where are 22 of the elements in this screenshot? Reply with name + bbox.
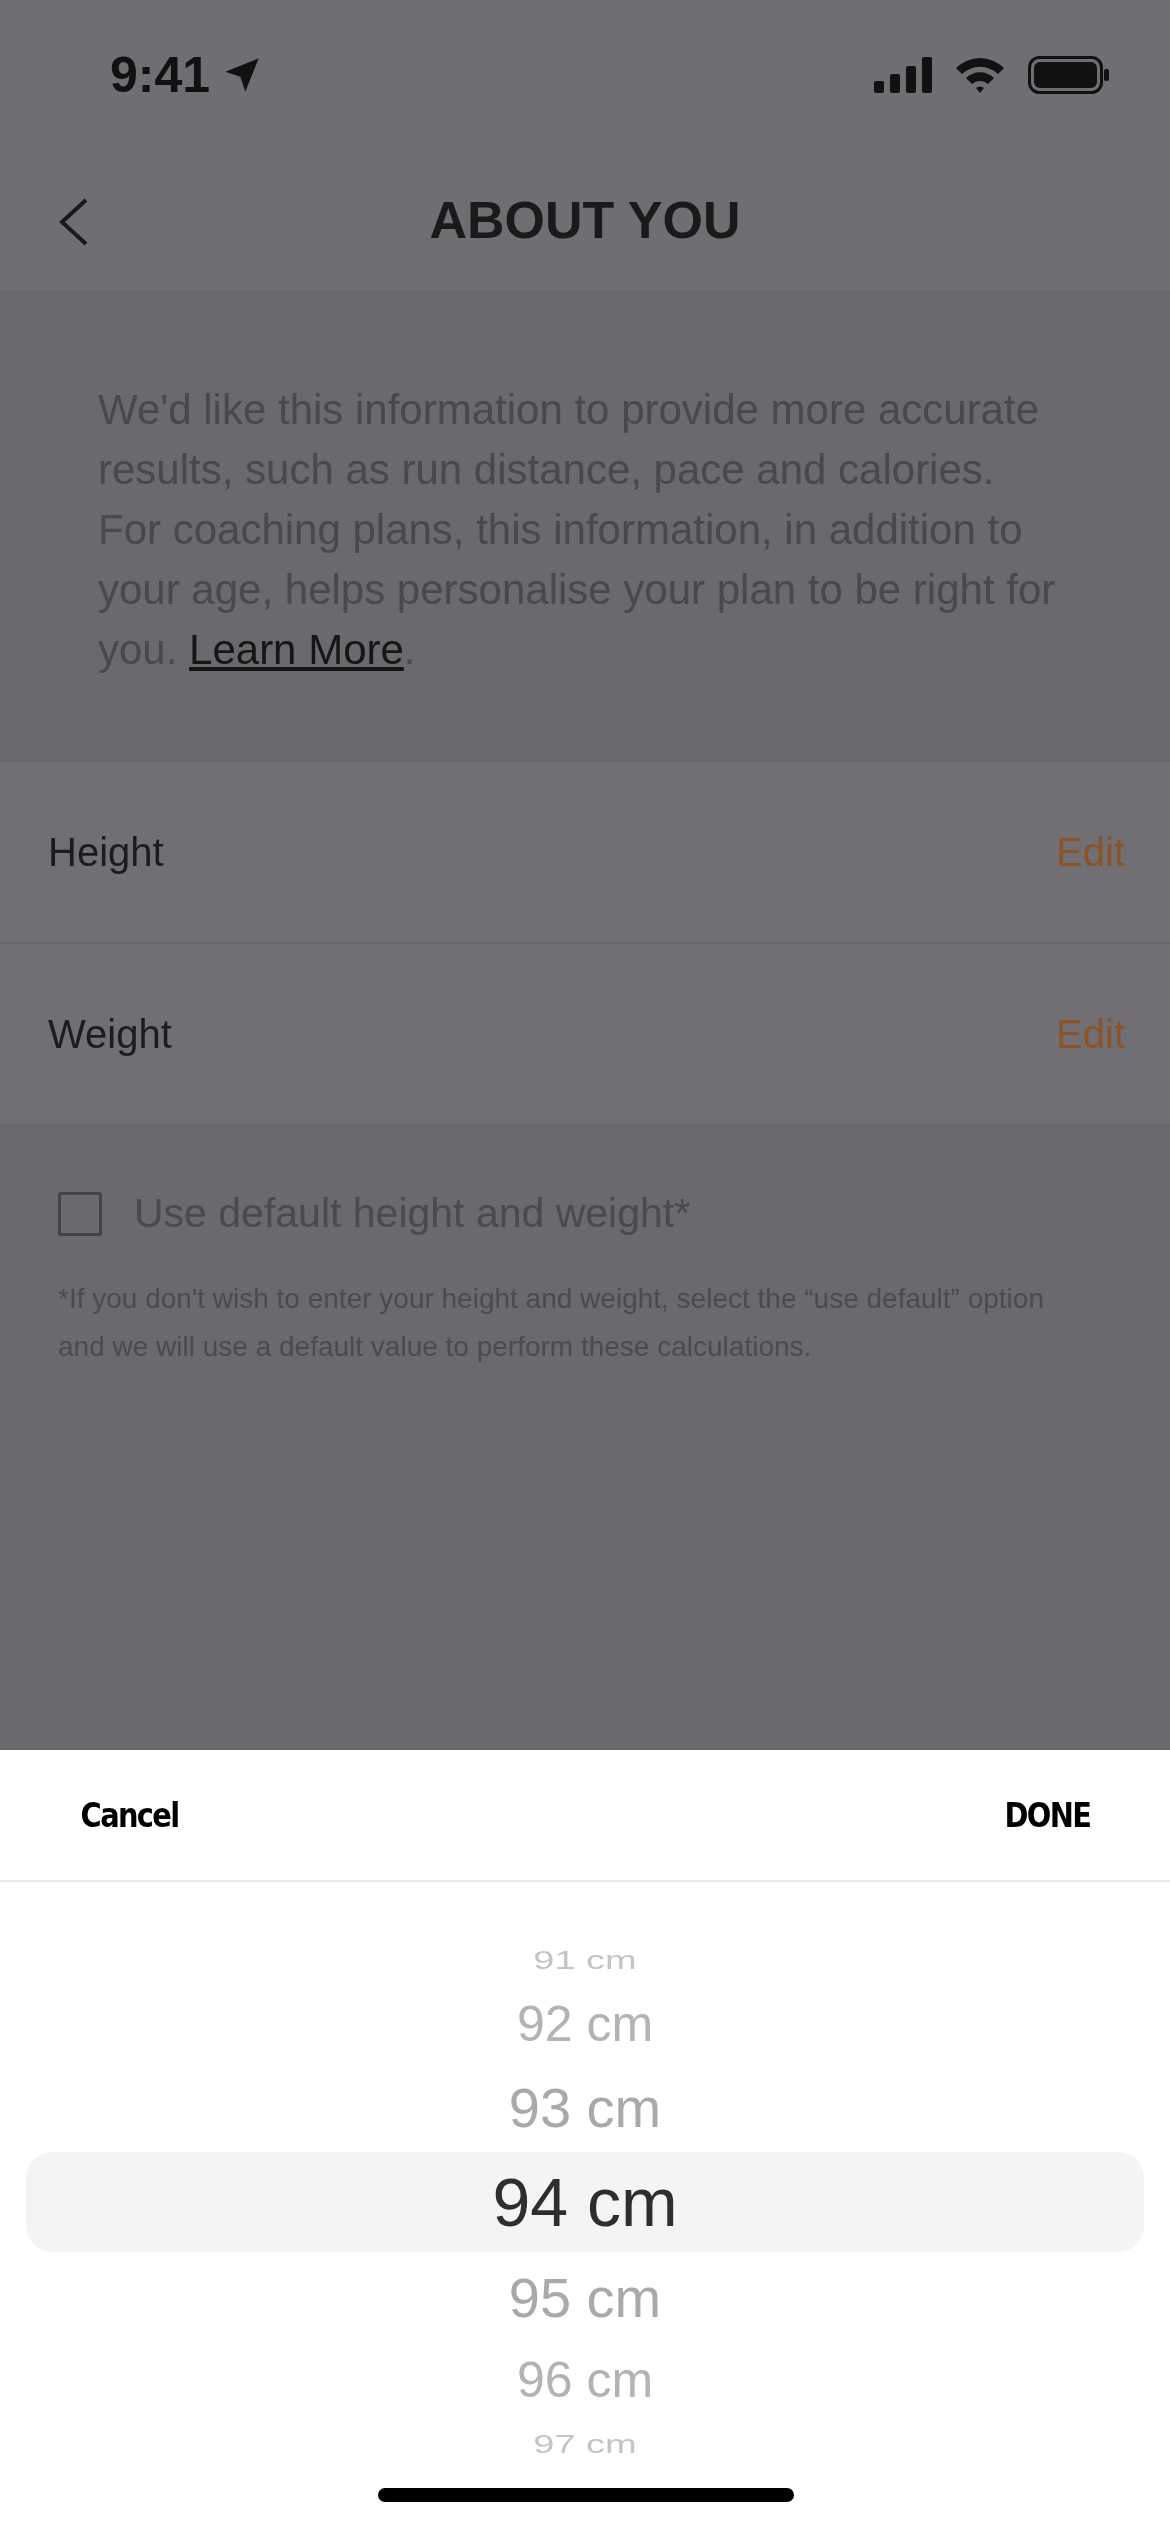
picker-option[interactable]: 94 cm xyxy=(26,2152,1144,2252)
picker-option[interactable]: 92 cm xyxy=(26,1986,1144,2062)
picker-option[interactable]: 93 cm xyxy=(26,2062,1144,2152)
wifi-icon xyxy=(954,56,1006,94)
picker-option[interactable]: 91 cm xyxy=(26,1934,1144,1986)
battery-icon xyxy=(1028,56,1110,94)
status-time: 9:41 xyxy=(110,46,211,104)
edit-link[interactable]: Edit xyxy=(1056,829,1125,875)
page-title: ABOUT YOU xyxy=(429,190,741,250)
settings-row[interactable]: Weight Edit xyxy=(0,942,1170,1124)
row-label: Weight xyxy=(48,1011,172,1057)
picker-option[interactable]: 96 cm xyxy=(26,2342,1144,2418)
picker-option[interactable]: 95 cm xyxy=(26,2252,1144,2342)
picker-option[interactable]: 97 cm xyxy=(26,2418,1144,2470)
edit-link[interactable]: Edit xyxy=(1056,1011,1125,1057)
checkbox[interactable] xyxy=(58,1191,102,1236)
cancel-button[interactable]: Cancel xyxy=(80,1795,179,1835)
done-button[interactable]: DONE xyxy=(1004,1795,1091,1835)
row-label: Height xyxy=(48,829,164,875)
settings-row[interactable]: Height Edit xyxy=(0,760,1170,942)
learn-more-link[interactable]: Learn More xyxy=(189,626,404,673)
signal-icon xyxy=(874,57,932,93)
